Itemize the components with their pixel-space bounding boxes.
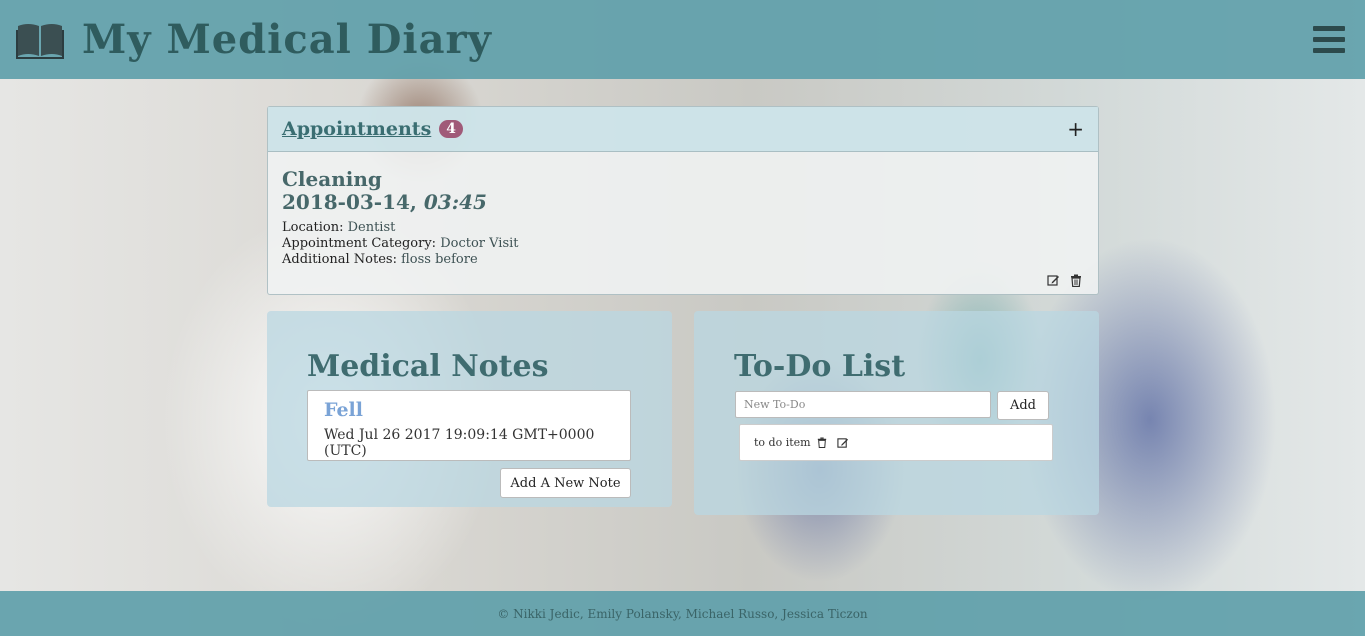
footer-credits: © Nikki Jedic, Emily Polansky, Michael R… [497,606,868,621]
todo-item: to do item [739,424,1053,461]
appointments-toggle-link[interactable]: Appointments [282,118,431,140]
note-card[interactable]: Fell Wed Jul 26 2017 19:09:14 GMT+0000 (… [307,390,631,461]
notes-label: Additional Notes: [282,252,397,267]
appointment-title: Cleaning [282,167,382,191]
medical-notes-heading: Medical Notes [307,349,549,384]
location-value: Dentist [347,220,396,235]
appointments-count-badge: 4 [439,120,464,138]
appointment-datetime: 2018-03-14, 03:45 [282,190,1084,214]
note-timestamp: Wed Jul 26 2017 19:09:14 GMT+0000 (UTC) [324,427,595,459]
brand[interactable]: My Medical Diary [16,16,492,63]
appointments-panel: Appointments 4 + Cleaning 2018-03-14, 03… [267,106,1099,295]
category-label: Appointment Category: [282,236,437,251]
appointment-time: 03:45 [423,190,487,214]
edit-icon[interactable] [1047,274,1060,287]
new-todo-input[interactable] [735,391,991,418]
app-title: My Medical Diary [82,16,492,63]
note-title: Fell [324,399,363,421]
appointment-item: Cleaning 2018-03-14, 03:45 Location: Den… [268,152,1098,293]
todo-heading: To-Do List [734,349,906,384]
location-label: Location: [282,220,344,235]
add-todo-button[interactable]: Add [997,391,1049,420]
appointment-category: Appointment Category: Doctor Visit [282,236,1084,252]
todo-item-text: to do item [754,436,811,449]
trash-icon[interactable] [817,437,827,448]
appointment-notes: Additional Notes: floss before [282,252,1084,268]
top-navbar: My Medical Diary [0,0,1365,79]
hamburger-menu-icon[interactable] [1313,25,1345,54]
footer: © Nikki Jedic, Emily Polansky, Michael R… [0,591,1365,636]
trash-icon[interactable] [1070,274,1082,287]
appointment-location: Location: Dentist [282,220,1084,236]
add-note-button[interactable]: Add A New Note [500,468,631,498]
book-open-icon [16,23,64,59]
medical-notes-section: Medical Notes Fell Wed Jul 26 2017 19:09… [267,311,672,507]
add-appointment-icon[interactable]: + [1067,117,1084,141]
appointments-heading: Appointments 4 + [268,107,1098,152]
edit-icon[interactable] [836,437,849,449]
notes-value: floss before [401,252,478,267]
category-value: Doctor Visit [440,236,519,251]
appointment-date: 2018-03-14, [282,190,417,214]
todo-section: To-Do List Add to do item [694,311,1099,515]
